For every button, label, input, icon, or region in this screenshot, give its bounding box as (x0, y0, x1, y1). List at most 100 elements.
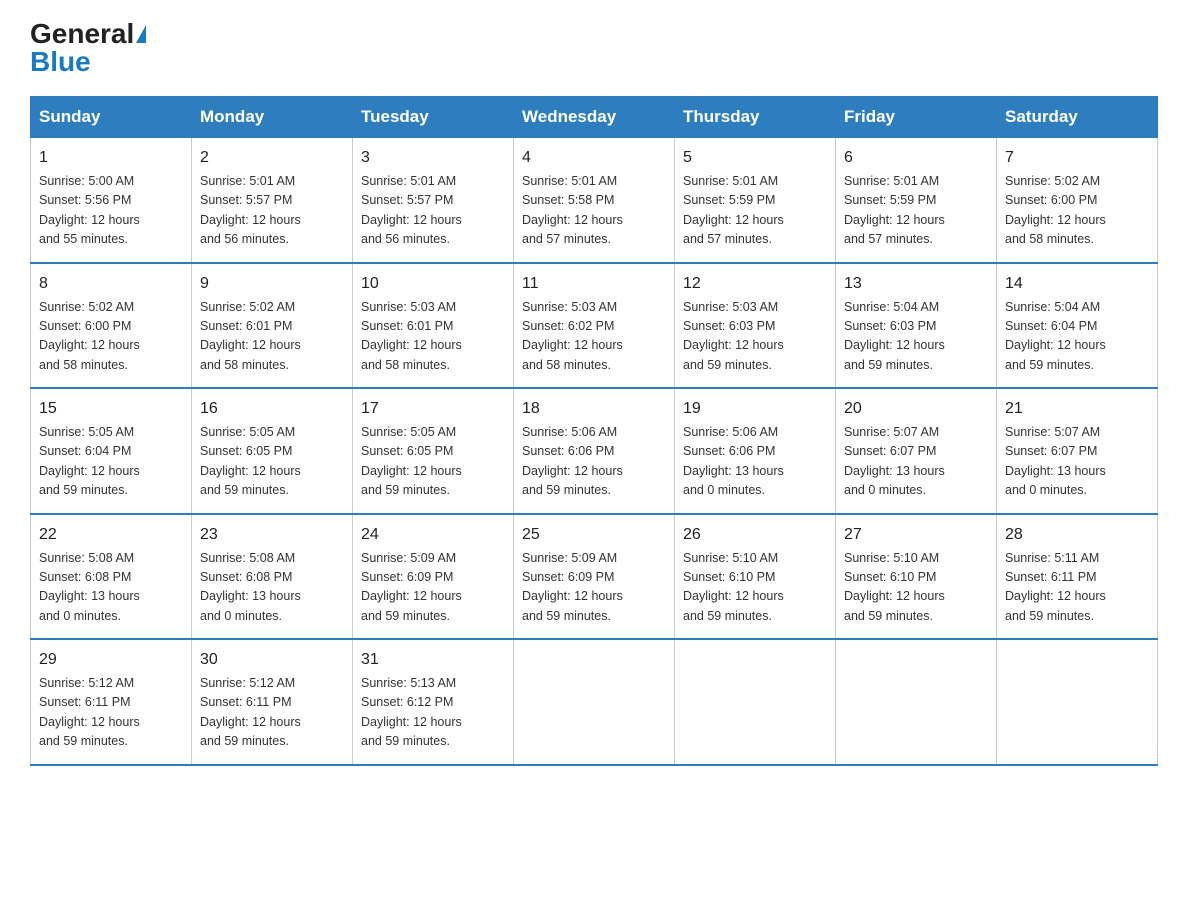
day-number: 22 (39, 523, 183, 547)
day-info: Sunrise: 5:10 AMSunset: 6:10 PMDaylight:… (844, 549, 988, 627)
day-number: 26 (683, 523, 827, 547)
day-info: Sunrise: 5:09 AMSunset: 6:09 PMDaylight:… (522, 549, 666, 627)
day-number: 4 (522, 146, 666, 170)
day-number: 18 (522, 397, 666, 421)
col-wednesday: Wednesday (514, 97, 675, 138)
table-row: 15Sunrise: 5:05 AMSunset: 6:04 PMDayligh… (31, 388, 192, 514)
col-friday: Friday (836, 97, 997, 138)
day-number: 5 (683, 146, 827, 170)
table-row: 6Sunrise: 5:01 AMSunset: 5:59 PMDaylight… (836, 138, 997, 263)
table-row: 2Sunrise: 5:01 AMSunset: 5:57 PMDaylight… (192, 138, 353, 263)
table-row: 10Sunrise: 5:03 AMSunset: 6:01 PMDayligh… (353, 263, 514, 389)
day-number: 3 (361, 146, 505, 170)
day-info: Sunrise: 5:11 AMSunset: 6:11 PMDaylight:… (1005, 549, 1149, 627)
day-number: 30 (200, 648, 344, 672)
day-info: Sunrise: 5:01 AMSunset: 5:57 PMDaylight:… (361, 172, 505, 250)
col-monday: Monday (192, 97, 353, 138)
table-row: 31Sunrise: 5:13 AMSunset: 6:12 PMDayligh… (353, 639, 514, 765)
day-number: 23 (200, 523, 344, 547)
table-row: 9Sunrise: 5:02 AMSunset: 6:01 PMDaylight… (192, 263, 353, 389)
col-thursday: Thursday (675, 97, 836, 138)
day-info: Sunrise: 5:04 AMSunset: 6:03 PMDaylight:… (844, 298, 988, 376)
table-row: 22Sunrise: 5:08 AMSunset: 6:08 PMDayligh… (31, 514, 192, 640)
day-info: Sunrise: 5:00 AMSunset: 5:56 PMDaylight:… (39, 172, 183, 250)
table-row (836, 639, 997, 765)
day-number: 15 (39, 397, 183, 421)
table-row: 8Sunrise: 5:02 AMSunset: 6:00 PMDaylight… (31, 263, 192, 389)
day-number: 19 (683, 397, 827, 421)
day-info: Sunrise: 5:08 AMSunset: 6:08 PMDaylight:… (200, 549, 344, 627)
week-row-4: 22Sunrise: 5:08 AMSunset: 6:08 PMDayligh… (31, 514, 1158, 640)
day-number: 25 (522, 523, 666, 547)
table-row: 18Sunrise: 5:06 AMSunset: 6:06 PMDayligh… (514, 388, 675, 514)
day-info: Sunrise: 5:05 AMSunset: 6:05 PMDaylight:… (200, 423, 344, 501)
day-info: Sunrise: 5:03 AMSunset: 6:02 PMDaylight:… (522, 298, 666, 376)
day-info: Sunrise: 5:03 AMSunset: 6:01 PMDaylight:… (361, 298, 505, 376)
table-row: 20Sunrise: 5:07 AMSunset: 6:07 PMDayligh… (836, 388, 997, 514)
day-info: Sunrise: 5:02 AMSunset: 6:00 PMDaylight:… (39, 298, 183, 376)
day-number: 13 (844, 272, 988, 296)
logo-triangle-icon (136, 25, 146, 43)
table-row: 5Sunrise: 5:01 AMSunset: 5:59 PMDaylight… (675, 138, 836, 263)
day-number: 20 (844, 397, 988, 421)
day-number: 14 (1005, 272, 1149, 296)
header-row: Sunday Monday Tuesday Wednesday Thursday… (31, 97, 1158, 138)
table-row: 21Sunrise: 5:07 AMSunset: 6:07 PMDayligh… (997, 388, 1158, 514)
logo-general-text: General (30, 20, 134, 48)
day-number: 8 (39, 272, 183, 296)
table-row: 14Sunrise: 5:04 AMSunset: 6:04 PMDayligh… (997, 263, 1158, 389)
table-row: 30Sunrise: 5:12 AMSunset: 6:11 PMDayligh… (192, 639, 353, 765)
week-row-5: 29Sunrise: 5:12 AMSunset: 6:11 PMDayligh… (31, 639, 1158, 765)
logo-blue-text: Blue (30, 48, 91, 76)
day-info: Sunrise: 5:01 AMSunset: 5:57 PMDaylight:… (200, 172, 344, 250)
table-row: 27Sunrise: 5:10 AMSunset: 6:10 PMDayligh… (836, 514, 997, 640)
week-row-2: 8Sunrise: 5:02 AMSunset: 6:00 PMDaylight… (31, 263, 1158, 389)
day-info: Sunrise: 5:09 AMSunset: 6:09 PMDaylight:… (361, 549, 505, 627)
day-info: Sunrise: 5:12 AMSunset: 6:11 PMDaylight:… (39, 674, 183, 752)
day-info: Sunrise: 5:08 AMSunset: 6:08 PMDaylight:… (39, 549, 183, 627)
table-row: 3Sunrise: 5:01 AMSunset: 5:57 PMDaylight… (353, 138, 514, 263)
col-saturday: Saturday (997, 97, 1158, 138)
table-row: 12Sunrise: 5:03 AMSunset: 6:03 PMDayligh… (675, 263, 836, 389)
day-info: Sunrise: 5:10 AMSunset: 6:10 PMDaylight:… (683, 549, 827, 627)
day-info: Sunrise: 5:06 AMSunset: 6:06 PMDaylight:… (522, 423, 666, 501)
day-number: 16 (200, 397, 344, 421)
day-info: Sunrise: 5:02 AMSunset: 6:00 PMDaylight:… (1005, 172, 1149, 250)
table-row: 13Sunrise: 5:04 AMSunset: 6:03 PMDayligh… (836, 263, 997, 389)
day-info: Sunrise: 5:02 AMSunset: 6:01 PMDaylight:… (200, 298, 344, 376)
table-row: 24Sunrise: 5:09 AMSunset: 6:09 PMDayligh… (353, 514, 514, 640)
table-row: 16Sunrise: 5:05 AMSunset: 6:05 PMDayligh… (192, 388, 353, 514)
logo: General Blue (30, 20, 146, 76)
table-row: 17Sunrise: 5:05 AMSunset: 6:05 PMDayligh… (353, 388, 514, 514)
table-row: 1Sunrise: 5:00 AMSunset: 5:56 PMDaylight… (31, 138, 192, 263)
col-sunday: Sunday (31, 97, 192, 138)
day-number: 2 (200, 146, 344, 170)
day-number: 12 (683, 272, 827, 296)
day-number: 7 (1005, 146, 1149, 170)
day-number: 17 (361, 397, 505, 421)
day-number: 24 (361, 523, 505, 547)
table-row (997, 639, 1158, 765)
day-info: Sunrise: 5:12 AMSunset: 6:11 PMDaylight:… (200, 674, 344, 752)
day-number: 29 (39, 648, 183, 672)
page-header: General Blue (30, 20, 1158, 76)
day-number: 21 (1005, 397, 1149, 421)
day-info: Sunrise: 5:13 AMSunset: 6:12 PMDaylight:… (361, 674, 505, 752)
table-row: 25Sunrise: 5:09 AMSunset: 6:09 PMDayligh… (514, 514, 675, 640)
day-info: Sunrise: 5:01 AMSunset: 5:58 PMDaylight:… (522, 172, 666, 250)
day-info: Sunrise: 5:04 AMSunset: 6:04 PMDaylight:… (1005, 298, 1149, 376)
day-number: 1 (39, 146, 183, 170)
col-tuesday: Tuesday (353, 97, 514, 138)
table-row: 29Sunrise: 5:12 AMSunset: 6:11 PMDayligh… (31, 639, 192, 765)
day-number: 28 (1005, 523, 1149, 547)
day-info: Sunrise: 5:01 AMSunset: 5:59 PMDaylight:… (844, 172, 988, 250)
table-row: 19Sunrise: 5:06 AMSunset: 6:06 PMDayligh… (675, 388, 836, 514)
day-number: 11 (522, 272, 666, 296)
calendar-table: Sunday Monday Tuesday Wednesday Thursday… (30, 96, 1158, 766)
day-number: 31 (361, 648, 505, 672)
day-info: Sunrise: 5:07 AMSunset: 6:07 PMDaylight:… (1005, 423, 1149, 501)
day-number: 6 (844, 146, 988, 170)
table-row: 28Sunrise: 5:11 AMSunset: 6:11 PMDayligh… (997, 514, 1158, 640)
day-info: Sunrise: 5:03 AMSunset: 6:03 PMDaylight:… (683, 298, 827, 376)
day-info: Sunrise: 5:07 AMSunset: 6:07 PMDaylight:… (844, 423, 988, 501)
